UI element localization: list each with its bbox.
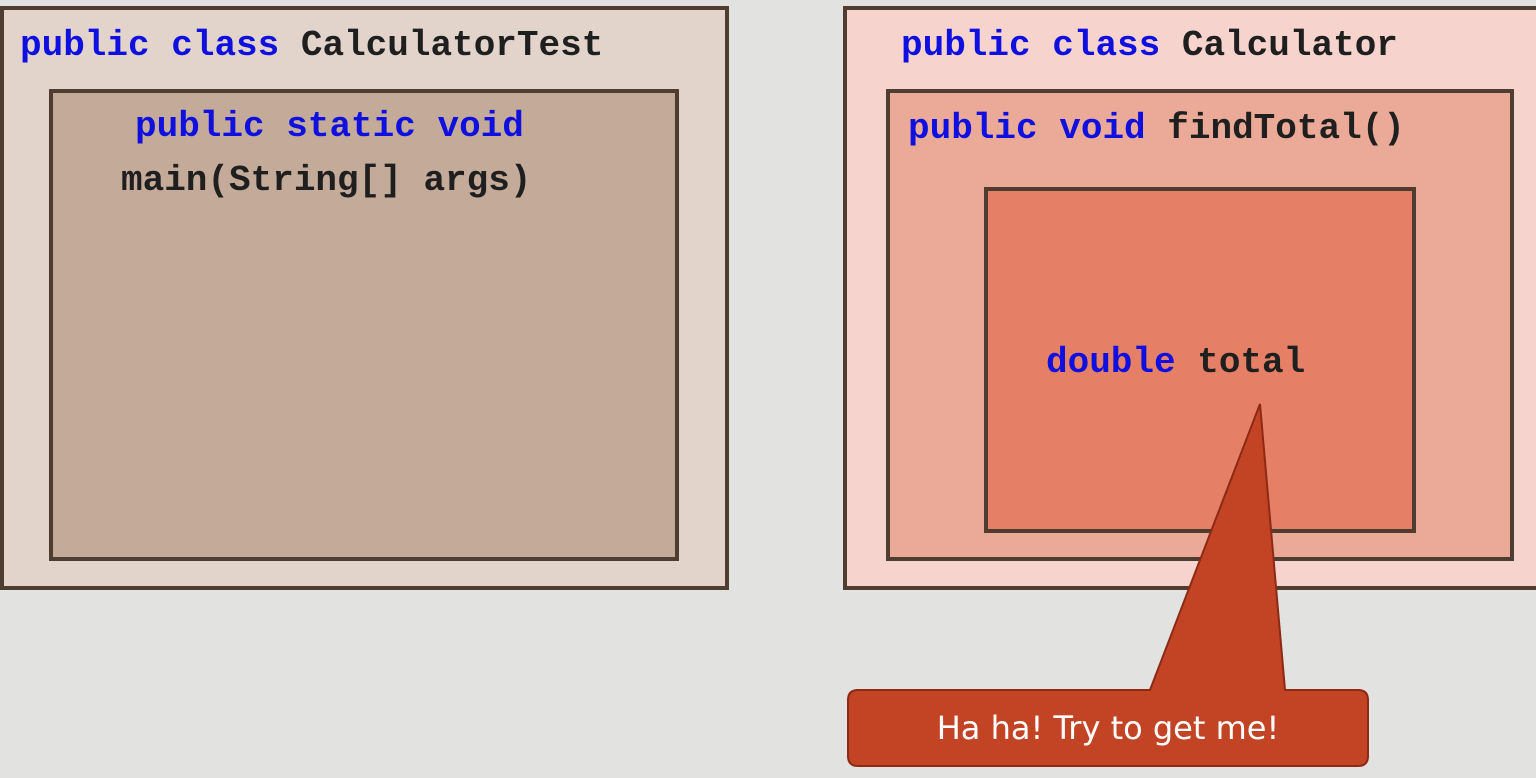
keyword-public: public: [135, 106, 265, 147]
keyword-static: static: [286, 106, 416, 147]
calculator-class-declaration: public class Calculator: [901, 28, 1398, 64]
main-method-modifiers: public static void: [135, 109, 524, 145]
local-variable-scope-box: double total: [984, 187, 1416, 533]
main-method-signature: main(String[] args): [121, 160, 532, 201]
keyword-class: class: [171, 25, 280, 66]
class-name: CalculatorTest: [300, 25, 604, 66]
keyword-public: public: [20, 25, 150, 66]
class-name: Calculator: [1181, 25, 1398, 66]
keyword-void: void: [437, 106, 524, 147]
keyword-void: void: [1059, 108, 1146, 149]
variable-name: total: [1197, 342, 1306, 383]
calculator-test-class-declaration: public class CalculatorTest: [20, 28, 603, 64]
keyword-class: class: [1052, 25, 1161, 66]
keyword-double: double: [1046, 342, 1176, 383]
method-signature: findTotal(): [1167, 108, 1405, 149]
keyword-public: public: [901, 25, 1031, 66]
keyword-public: public: [908, 108, 1038, 149]
find-total-method-declaration: public void findTotal(): [908, 111, 1405, 147]
local-variable-declaration: double total: [1046, 345, 1305, 381]
callout-text: Ha ha! Try to get me!: [936, 709, 1280, 747]
main-method-box: public static void main(String[] args): [49, 89, 679, 561]
